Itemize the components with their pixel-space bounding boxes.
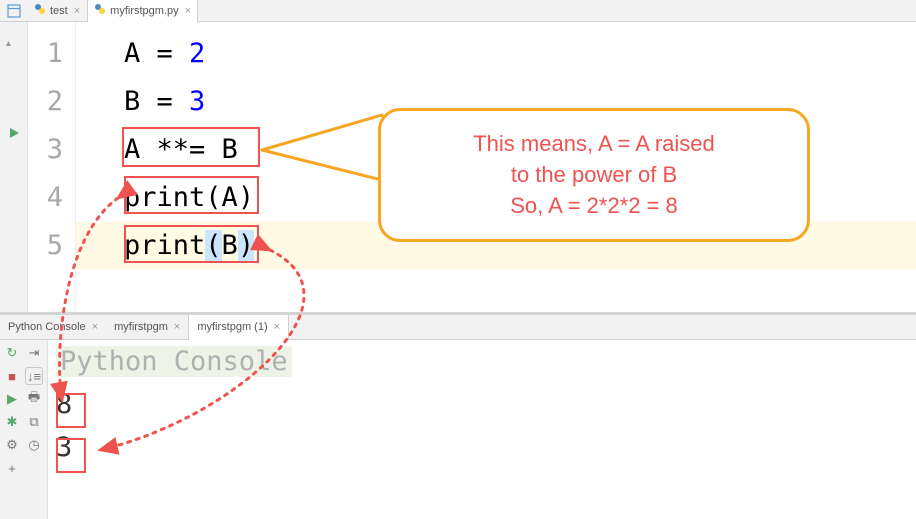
left-gutter: ▸ [0,22,28,312]
scroll-to-end-icon[interactable]: ↓≡ [25,367,43,385]
close-icon[interactable]: × [74,5,80,17]
line-number: 5 [28,222,75,270]
tab-label: myfirstpgm.py [110,5,178,17]
tab-myfirstpgm-run[interactable]: myfirstpgm × [106,315,188,340]
rerun-icon[interactable]: ↻ [3,344,21,362]
console-title: Python Console [56,346,292,377]
console-toolbar: ↻ ■ ▶ ✱ ⚙ + ⇥ ↓≡ 🖶 ⧉ ◷ [0,340,48,519]
python-icon [34,3,46,18]
tab-python-console[interactable]: Python Console × [0,315,106,340]
line-number: 1 [28,30,75,78]
close-icon[interactable]: × [174,321,180,333]
run-icon[interactable]: ▶ [3,390,21,408]
tab-label: myfirstpgm (1) [197,321,267,333]
debug-icon[interactable]: ✱ [3,413,21,431]
history-icon[interactable]: ◷ [25,436,43,454]
python-icon [94,3,106,18]
code-line-1[interactable]: A = 2 [76,30,916,78]
close-icon[interactable]: × [274,321,280,333]
console-output[interactable]: Python Console 8 3 [48,340,916,519]
close-icon[interactable]: × [185,5,191,17]
callout-line: So, A = 2*2*2 = 8 [401,191,787,222]
line-number: 4 [28,174,75,222]
soft-wrap-icon[interactable]: ⇥ [25,344,43,362]
output-value-1: 8 [56,389,908,420]
callout-line: to the power of B [401,160,787,191]
print-icon[interactable]: 🖶 [25,390,43,408]
output-value-2: 3 [56,432,908,463]
close-icon[interactable]: × [92,321,98,333]
tab-myfirstpgm[interactable]: myfirstpgm.py × [87,0,198,22]
tab-myfirstpgm-run-1[interactable]: myfirstpgm (1) × [188,315,289,340]
tab-test[interactable]: test × [28,0,87,22]
line-number-gutter: 1 2 3 4 5 [28,22,76,312]
editor-tab-bar: test × myfirstpgm.py × [0,0,916,22]
project-tool-icon[interactable] [0,0,28,22]
callout-line: This means, A = A raised [401,129,787,160]
settings-icon[interactable]: ⚙ [3,436,21,454]
chevron-icon[interactable]: ▸ [3,41,14,46]
link-icon[interactable]: ⧉ [25,413,43,431]
line-number: 3 [28,126,75,174]
add-icon[interactable]: + [3,459,21,477]
explanation-callout: This means, A = A raised to the power of… [378,108,810,242]
console-area: ↻ ■ ▶ ✱ ⚙ + ⇥ ↓≡ 🖶 ⧉ ◷ Python Console 8 … [0,340,916,519]
tab-label: Python Console [8,321,86,333]
console-tab-bar: Python Console × myfirstpgm × myfirstpgm… [0,315,916,340]
callout-tail [258,112,384,208]
line-number: 2 [28,78,75,126]
tab-label: myfirstpgm [114,321,168,333]
stop-icon[interactable]: ■ [3,367,21,385]
run-gutter-icon[interactable] [8,126,20,144]
tab-label: test [50,5,68,17]
